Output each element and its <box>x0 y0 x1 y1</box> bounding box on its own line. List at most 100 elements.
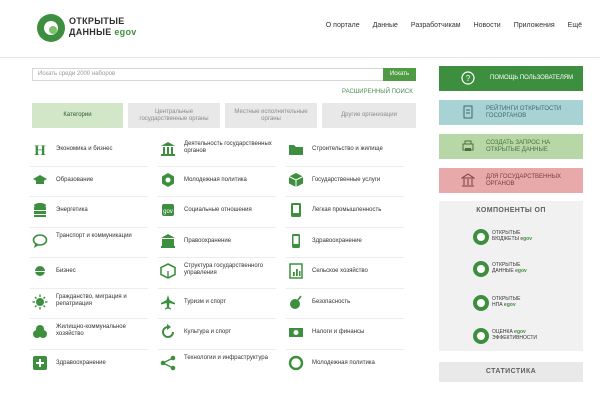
category-divider <box>286 257 404 258</box>
plus-box-icon <box>33 355 47 370</box>
component-efficiency[interactable]: ОЦЕНКА egov ЭФФЕКТИВНОСТИ <box>473 327 553 345</box>
top-nav: О портале Данные Разработчикам Новости П… <box>326 22 582 29</box>
tab-local-agencies[interactable]: Местные исполнительные органы <box>225 103 317 128</box>
category-item[interactable]: Безопасность <box>286 290 404 317</box>
building-cube-icon <box>160 263 176 279</box>
statistics-title: СТАТИСТИКА <box>485 368 537 375</box>
component-open-data[interactable]: ОТКРЫТЫЕ ДАННЫЕ egov <box>473 260 553 278</box>
database-icon <box>34 203 46 217</box>
category-label: Гражданство, миграция и репатриация <box>56 293 127 307</box>
category-item[interactable]: H Экономика и бизнес <box>30 137 148 164</box>
government-button[interactable]: ДЛЯ ГОСУДАРСТВЕННЫХ ОРГАНОВ <box>439 168 583 193</box>
components-title: КОМПОНЕНТЫ ОП <box>476 207 546 214</box>
category-item[interactable]: Бизнес <box>30 259 148 286</box>
search-input[interactable]: Искать среди 2000 наборов <box>38 71 115 77</box>
category-item[interactable]: Молодежная политика <box>286 351 404 378</box>
advanced-search-link[interactable]: РАСШИРЕННЫЙ ПОИСК <box>342 89 413 95</box>
category-divider <box>30 287 148 289</box>
category-item[interactable]: Здравоохранение <box>30 351 148 378</box>
category-label: Социальные отношения <box>184 207 252 213</box>
category-label: Сельское хозяйство <box>312 268 368 274</box>
category-item[interactable]: Туризм и спорт <box>158 290 276 317</box>
government-building-icon <box>161 142 175 156</box>
category-item[interactable]: Строительство и жилище <box>286 137 404 164</box>
category-item[interactable]: Налоги и финансы <box>286 320 404 347</box>
category-item[interactable]: Технологии и инфраструктура <box>158 351 276 378</box>
category-item[interactable]: Структура государственного управления <box>158 259 276 286</box>
category-item[interactable]: Культура и спорт <box>158 320 276 347</box>
category-item[interactable]: Гражданство, миграция и репатриация <box>30 290 148 317</box>
svg-text:gov: gov <box>163 209 173 215</box>
help-button[interactable]: ? ПОМОЩЬ ПОЛЬЗОВАТЕЛЯМ <box>439 66 583 91</box>
category-item[interactable]: Легкая промышленность <box>286 198 404 225</box>
component-open-npa[interactable]: ОТКРЫТЫЕ НПА egov <box>473 294 553 312</box>
component-open-budgets[interactable]: ОТКРЫТЫЕ БЮДЖЕТЫ egov <box>473 228 553 246</box>
tab-central-agencies[interactable]: Центральные государственные органы <box>128 103 220 128</box>
category-item[interactable]: Образование <box>30 168 148 195</box>
sun-icon <box>35 266 45 276</box>
folder-icon <box>289 145 303 155</box>
category-label: Туризм и спорт <box>184 298 227 305</box>
category-label: Культура и спорт <box>184 329 232 335</box>
cube-icon: gov <box>162 204 174 216</box>
category-item[interactable]: Деятельность государственных органов <box>158 137 276 164</box>
category-divider <box>286 196 404 197</box>
category-divider <box>286 318 404 319</box>
category-divider <box>158 165 276 167</box>
category-label: Безопасность <box>312 298 351 305</box>
document-chart-icon <box>289 263 303 279</box>
category-label: Правоохранение <box>184 237 232 244</box>
ratings-button[interactable]: РЕЙТИНГИ ОТКРЫТОСТИ ГОСОРГАНОВ <box>439 100 583 125</box>
svg-text:H: H <box>34 143 46 157</box>
nav-developers[interactable]: Разработчикам <box>411 22 461 29</box>
category-label: Жилищно-коммунальное хозяйство <box>56 324 126 337</box>
coins-icon <box>33 325 47 338</box>
tab-other-orgs[interactable]: Другие организации <box>322 103 416 128</box>
bank-icon <box>161 233 175 248</box>
category-divider <box>286 165 404 167</box>
category-label: Налоги и финансы <box>312 329 365 335</box>
logo[interactable]: ОТКРЫТЫЕ ДАННЫЕ egov <box>37 13 147 45</box>
category-label: Образование <box>56 176 94 183</box>
printer-icon <box>462 140 474 151</box>
logo-line2: ДАННЫЕ <box>69 27 112 37</box>
refresh-icon <box>162 324 174 338</box>
nav-data[interactable]: Данные <box>373 22 398 29</box>
graduation-cap-icon <box>33 174 47 184</box>
sun-badge-icon <box>32 294 48 309</box>
nav-news[interactable]: Новости <box>474 22 501 29</box>
category-label: Молодежная политика <box>184 176 247 183</box>
category-label: Легкая промышленность <box>312 207 382 213</box>
nav-about[interactable]: О портале <box>326 22 360 29</box>
category-item[interactable]: Энергетика <box>30 198 148 225</box>
category-divider <box>286 287 404 289</box>
category-item[interactable]: gov Социальные отношения <box>158 198 276 225</box>
category-divider <box>286 226 404 228</box>
nav-more[interactable]: Ещё <box>568 22 582 29</box>
category-label: Энергетика <box>56 207 88 213</box>
help-label: ПОМОЩЬ ПОЛЬЗОВАТЕЛЯМ <box>490 75 574 81</box>
category-label: Здравоохранение <box>56 359 106 366</box>
category-item[interactable]: Молодежная политика <box>158 168 276 195</box>
category-item[interactable]: Жилищно-коммунальное хозяйство <box>30 320 148 347</box>
tab-categories[interactable]: Категории <box>32 103 123 128</box>
components-panel: КОМПОНЕНТЫ ОП ОТКРЫТЫЕ БЮДЖЕТЫ egov ОТКРЫ… <box>439 201 583 351</box>
category-label: Строительство и жилище <box>312 146 383 152</box>
statistics-panel: СТАТИСТИКА <box>439 362 583 382</box>
category-item[interactable]: Государственные услуги <box>286 168 404 195</box>
category-item[interactable]: Правоохранение <box>158 229 276 256</box>
category-label: Бизнес <box>56 268 76 274</box>
data-request-label: СОЗДАТЬ ЗАПРОС НА ОТКРЫТЫЕ ДАННЫЕ <box>486 140 551 153</box>
category-label: Структура государственного управления <box>184 263 264 276</box>
search-button[interactable]: Искать <box>383 68 416 81</box>
nav-apps[interactable]: Приложения <box>514 22 555 29</box>
ratings-label: РЕЙТИНГИ ОТКРЫТОСТИ ГОСОРГАНОВ <box>486 106 562 119</box>
category-item[interactable]: Здравоохранение <box>286 229 404 256</box>
phone-icon <box>291 203 301 217</box>
category-item[interactable]: Сельское хозяйство <box>286 259 404 286</box>
logo-icon <box>37 14 65 42</box>
data-request-button[interactable]: СОЗДАТЬ ЗАПРОС НА ОТКРЫТЫЕ ДАННЫЕ <box>439 134 583 159</box>
category-divider <box>30 257 148 258</box>
category-label: Технологии и инфраструктура <box>184 354 268 361</box>
category-item[interactable]: Транспорт и коммуникации <box>30 229 148 256</box>
